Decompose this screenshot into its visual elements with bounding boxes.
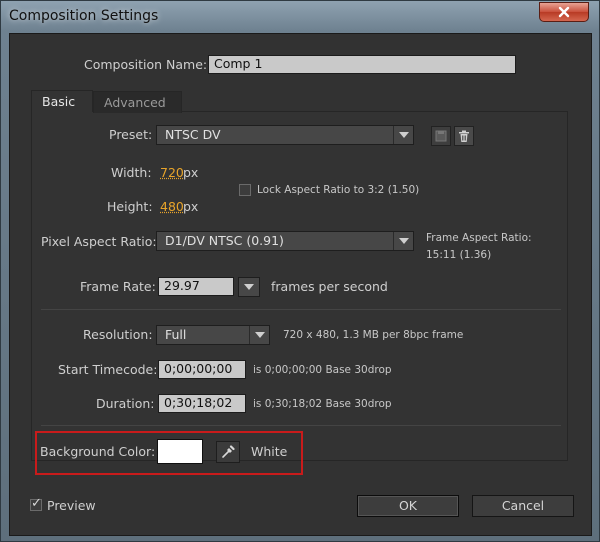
chevron-down-icon bbox=[249, 326, 269, 344]
title-bar[interactable]: Composition Settings bbox=[1, 1, 599, 33]
close-button[interactable] bbox=[539, 2, 589, 22]
lock-aspect-checkbox[interactable] bbox=[239, 184, 251, 196]
trash-icon bbox=[459, 130, 469, 142]
frame-aspect-label: Frame Aspect Ratio: bbox=[426, 232, 532, 244]
preset-label: Preset: bbox=[109, 127, 153, 142]
preset-dropdown[interactable]: NTSC DV bbox=[156, 125, 414, 145]
duration-input[interactable]: 0;30;18;02 bbox=[158, 394, 246, 413]
start-timecode-info: is 0;00;00;00 Base 30drop bbox=[253, 364, 392, 376]
tab-advanced[interactable]: Advanced bbox=[93, 91, 182, 113]
resolution-value: Full bbox=[165, 327, 187, 342]
width-label: Width: bbox=[111, 165, 152, 180]
preview-label: Preview bbox=[47, 498, 96, 513]
frame-rate-label: Frame Rate: bbox=[80, 279, 156, 294]
frame-aspect-value: 15:11 (1.36) bbox=[426, 249, 492, 261]
window-title: Composition Settings bbox=[9, 8, 159, 24]
tab-basic[interactable]: Basic bbox=[31, 90, 93, 112]
chevron-down-icon bbox=[239, 278, 259, 296]
frame-rate-input[interactable]: 29.97 bbox=[158, 277, 234, 296]
height-unit: px bbox=[183, 199, 199, 214]
eyedropper-icon bbox=[222, 445, 235, 458]
frame-rate-dropdown[interactable] bbox=[238, 277, 260, 297]
pixel-aspect-value: D1/DV NTSC (0.91) bbox=[165, 233, 284, 248]
preset-value: NTSC DV bbox=[165, 127, 221, 142]
separator bbox=[41, 309, 561, 310]
pixel-aspect-dropdown[interactable]: D1/DV NTSC (0.91) bbox=[156, 231, 414, 251]
composition-name-input[interactable]: Comp 1 bbox=[208, 55, 516, 74]
width-unit: px bbox=[183, 165, 199, 180]
composition-name-label: Composition Name: bbox=[84, 57, 208, 72]
start-timecode-label: Start Timecode: bbox=[58, 362, 158, 377]
chevron-down-icon bbox=[393, 126, 413, 144]
duration-label: Duration: bbox=[96, 396, 155, 411]
duration-info: is 0;30;18;02 Base 30drop bbox=[253, 398, 392, 410]
resolution-dropdown[interactable]: Full bbox=[156, 325, 270, 345]
dialog-body: Composition Name: Comp 1 Basic Advanced … bbox=[9, 33, 592, 536]
save-preset-button[interactable] bbox=[431, 126, 451, 146]
composition-settings-window: Composition Settings Composition Name: C… bbox=[0, 0, 600, 542]
delete-preset-button[interactable] bbox=[454, 126, 474, 146]
eyedropper-button[interactable] bbox=[216, 441, 240, 463]
frame-rate-unit: frames per second bbox=[271, 279, 388, 294]
width-value[interactable]: 720 bbox=[160, 165, 184, 180]
background-color-name: White bbox=[251, 444, 288, 459]
pixel-aspect-label: Pixel Aspect Ratio: bbox=[41, 234, 157, 249]
background-color-swatch[interactable] bbox=[157, 439, 203, 464]
resolution-label: Resolution: bbox=[83, 327, 153, 342]
background-color-label: Background Color: bbox=[40, 444, 156, 459]
height-label: Height: bbox=[107, 199, 153, 214]
ok-button[interactable]: OK bbox=[357, 495, 459, 517]
save-preset-icon bbox=[435, 130, 447, 142]
close-icon bbox=[558, 6, 570, 18]
preview-checkbox[interactable] bbox=[30, 496, 42, 511]
lock-aspect-label: Lock Aspect Ratio to 3:2 (1.50) bbox=[257, 184, 420, 196]
chevron-down-icon bbox=[393, 232, 413, 250]
cancel-button[interactable]: Cancel bbox=[472, 495, 574, 517]
separator bbox=[41, 425, 561, 426]
resolution-info: 720 x 480, 1.3 MB per 8bpc frame bbox=[283, 329, 464, 341]
start-timecode-input[interactable]: 0;00;00;00 bbox=[158, 360, 246, 379]
height-value[interactable]: 480 bbox=[160, 199, 184, 214]
